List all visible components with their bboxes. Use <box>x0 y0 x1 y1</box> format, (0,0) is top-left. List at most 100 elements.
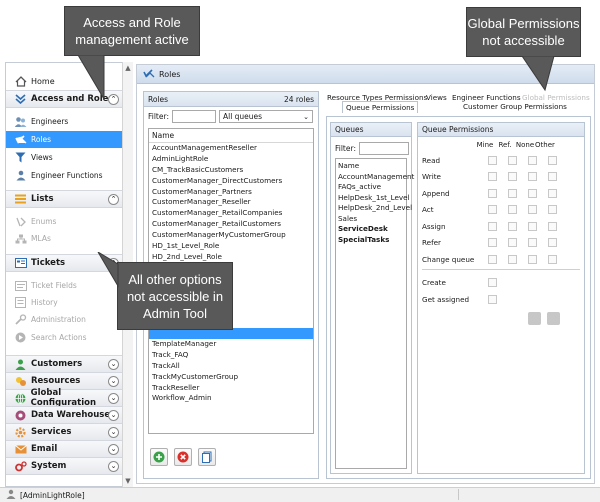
expand-group-icon[interactable]: ⌄ <box>108 461 119 472</box>
delete-icon <box>177 451 189 463</box>
sidebar-item-label: MLAs <box>31 234 51 243</box>
tab-views[interactable]: Views <box>426 93 447 102</box>
permission-checkbox[interactable] <box>527 172 537 181</box>
expand-group-icon[interactable]: ⌄ <box>108 410 119 421</box>
group-services[interactable]: Services ⌄ <box>6 423 127 441</box>
queue-list-item[interactable]: HelpDesk_2nd_Level <box>336 203 412 214</box>
permission-checkbox[interactable] <box>507 155 517 165</box>
permission-checkbox[interactable] <box>487 254 497 264</box>
permission-action-button[interactable] <box>547 312 560 325</box>
permission-checkbox[interactable] <box>547 221 557 231</box>
add-role-button[interactable] <box>150 448 168 466</box>
role-list-item[interactable]: CM_TrackBasicCustomers <box>149 165 313 176</box>
role-list-item[interactable]: AdminLightRole <box>149 154 313 165</box>
scroll-down-icon[interactable]: ▼ <box>123 477 133 485</box>
permission-checkbox[interactable] <box>487 188 497 198</box>
permission-checkbox[interactable] <box>487 294 497 304</box>
tab-customer-group-permissions[interactable]: Customer Group Permissions <box>463 102 567 111</box>
role-list-item[interactable]: CustomerManagerMyCustomerGroup <box>149 230 313 241</box>
sidebar-item-views[interactable]: Views <box>6 149 127 166</box>
permission-checkbox[interactable] <box>507 221 517 231</box>
permission-checkbox[interactable] <box>547 238 557 247</box>
roles-list-header[interactable]: Name <box>149 129 313 143</box>
tab-engineer-functions[interactable]: Engineer Functions <box>452 93 521 102</box>
permission-checkbox[interactable] <box>487 221 497 231</box>
permission-row-label: Change queue <box>422 254 475 264</box>
role-list-item[interactable]: TrackMyCustomerGroup <box>149 372 313 383</box>
permission-checkbox[interactable] <box>547 155 557 165</box>
role-list-item[interactable]: CustomerManager_RetailCustomers <box>149 219 313 230</box>
callout-global-permissions-pointer <box>521 56 555 92</box>
permission-checkbox[interactable] <box>547 172 557 181</box>
permission-checkbox[interactable] <box>527 155 537 165</box>
sidebar-item-engineers[interactable]: Engineers <box>6 113 127 130</box>
group-label: Tickets <box>31 258 66 268</box>
permission-checkbox[interactable] <box>487 205 497 214</box>
permission-checkbox[interactable] <box>527 188 537 198</box>
group-global-configuration[interactable]: Global Configuration ⌄ <box>6 388 127 408</box>
role-list-item[interactable]: TemplateManager <box>149 339 313 350</box>
group-label: Email <box>31 444 58 454</box>
permission-checkbox[interactable] <box>487 172 497 181</box>
callout-other-options-text: All other options not accessible in Admi… <box>126 271 224 321</box>
status-bar-role: [AdminLightRole] <box>20 490 85 500</box>
queue-list-item[interactable]: SpecialTasks <box>336 235 406 246</box>
permission-checkbox[interactable] <box>527 221 537 231</box>
permission-checkbox[interactable] <box>527 254 537 264</box>
copy-role-button[interactable] <box>198 448 216 466</box>
expand-group-icon[interactable]: ⌄ <box>108 376 119 387</box>
permission-checkbox[interactable] <box>527 238 537 247</box>
expand-group-icon[interactable]: ⌄ <box>108 427 119 438</box>
permission-checkbox[interactable] <box>487 155 497 165</box>
permission-checkbox[interactable] <box>547 254 557 264</box>
queue-list-item[interactable]: FAQs_active <box>336 182 406 193</box>
permission-checkbox[interactable] <box>507 238 517 247</box>
permission-action-button[interactable] <box>528 312 541 325</box>
queues-filter-input[interactable] <box>358 142 409 155</box>
permission-column-header: None <box>515 141 535 149</box>
group-system[interactable]: System ⌄ <box>6 457 127 475</box>
group-lists[interactable]: Lists ⌃ <box>6 190 127 208</box>
permission-checkbox[interactable] <box>487 238 497 247</box>
permission-checkbox[interactable] <box>507 188 517 198</box>
role-list-item[interactable]: CustomerManager_Partners <box>149 187 313 198</box>
sidebar-item-label: Engineer Functions <box>31 171 103 180</box>
permission-divider <box>422 269 580 270</box>
queue-filter-select[interactable]: All queues ⌄ <box>218 110 313 123</box>
role-list-item[interactable]: TrackAll <box>149 361 313 372</box>
role-list-item[interactable]: HD_1st_Level_Role <box>149 241 313 252</box>
permission-checkbox[interactable] <box>527 205 537 214</box>
queue-list-item[interactable]: ServiceDesk <box>336 224 406 235</box>
collapse-group-icon[interactable]: ⌃ <box>108 194 119 205</box>
role-list-item[interactable]: Workflow_Admin <box>149 393 313 404</box>
expand-group-icon[interactable]: ⌄ <box>108 393 119 404</box>
delete-role-button[interactable] <box>174 448 192 466</box>
tab-queue-permissions[interactable]: Queue Permissions <box>342 101 419 113</box>
role-list-item[interactable]: CustomerManager_Reseller <box>149 197 313 208</box>
role-list-item[interactable]: AccountManagementReseller <box>149 143 313 154</box>
group-email[interactable]: Email ⌄ <box>6 440 127 458</box>
queues-list-header[interactable]: Name <box>336 161 406 172</box>
group-data-warehouse[interactable]: Data Warehouse ⌄ <box>6 406 127 424</box>
roles-filter-input[interactable] <box>171 110 216 123</box>
permission-checkbox[interactable] <box>547 205 557 214</box>
permission-checkbox[interactable] <box>487 277 497 287</box>
role-list-item[interactable]: TrackReseller <box>149 383 313 394</box>
expand-group-icon[interactable]: ⌄ <box>108 444 119 455</box>
queue-list-item[interactable]: HelpDesk_1st_Level <box>336 193 410 204</box>
queue-list-item[interactable]: AccountManagement <box>336 172 414 183</box>
queues-filter-row: Filter: <box>335 142 409 155</box>
expand-group-icon[interactable]: ⌄ <box>108 359 119 370</box>
sidebar-item-roles[interactable]: Roles <box>6 131 127 148</box>
permission-checkbox[interactable] <box>507 172 517 181</box>
permission-checkbox[interactable] <box>507 254 517 264</box>
sidebar-item-engineer-functions[interactable]: Engineer Functions <box>6 167 127 184</box>
group-customers[interactable]: Customers ⌄ <box>6 355 127 373</box>
scroll-up-icon[interactable]: ▲ <box>123 64 133 72</box>
role-list-item[interactable]: CustomerManager_RetailCompanies <box>149 208 313 219</box>
role-list-item[interactable]: Track_FAQ <box>149 350 313 361</box>
queue-list-item[interactable]: Sales <box>336 214 406 225</box>
permission-checkbox[interactable] <box>507 205 517 214</box>
role-list-item[interactable]: CustomerManager_DirectCustomers <box>149 176 313 187</box>
permission-checkbox[interactable] <box>547 188 557 198</box>
